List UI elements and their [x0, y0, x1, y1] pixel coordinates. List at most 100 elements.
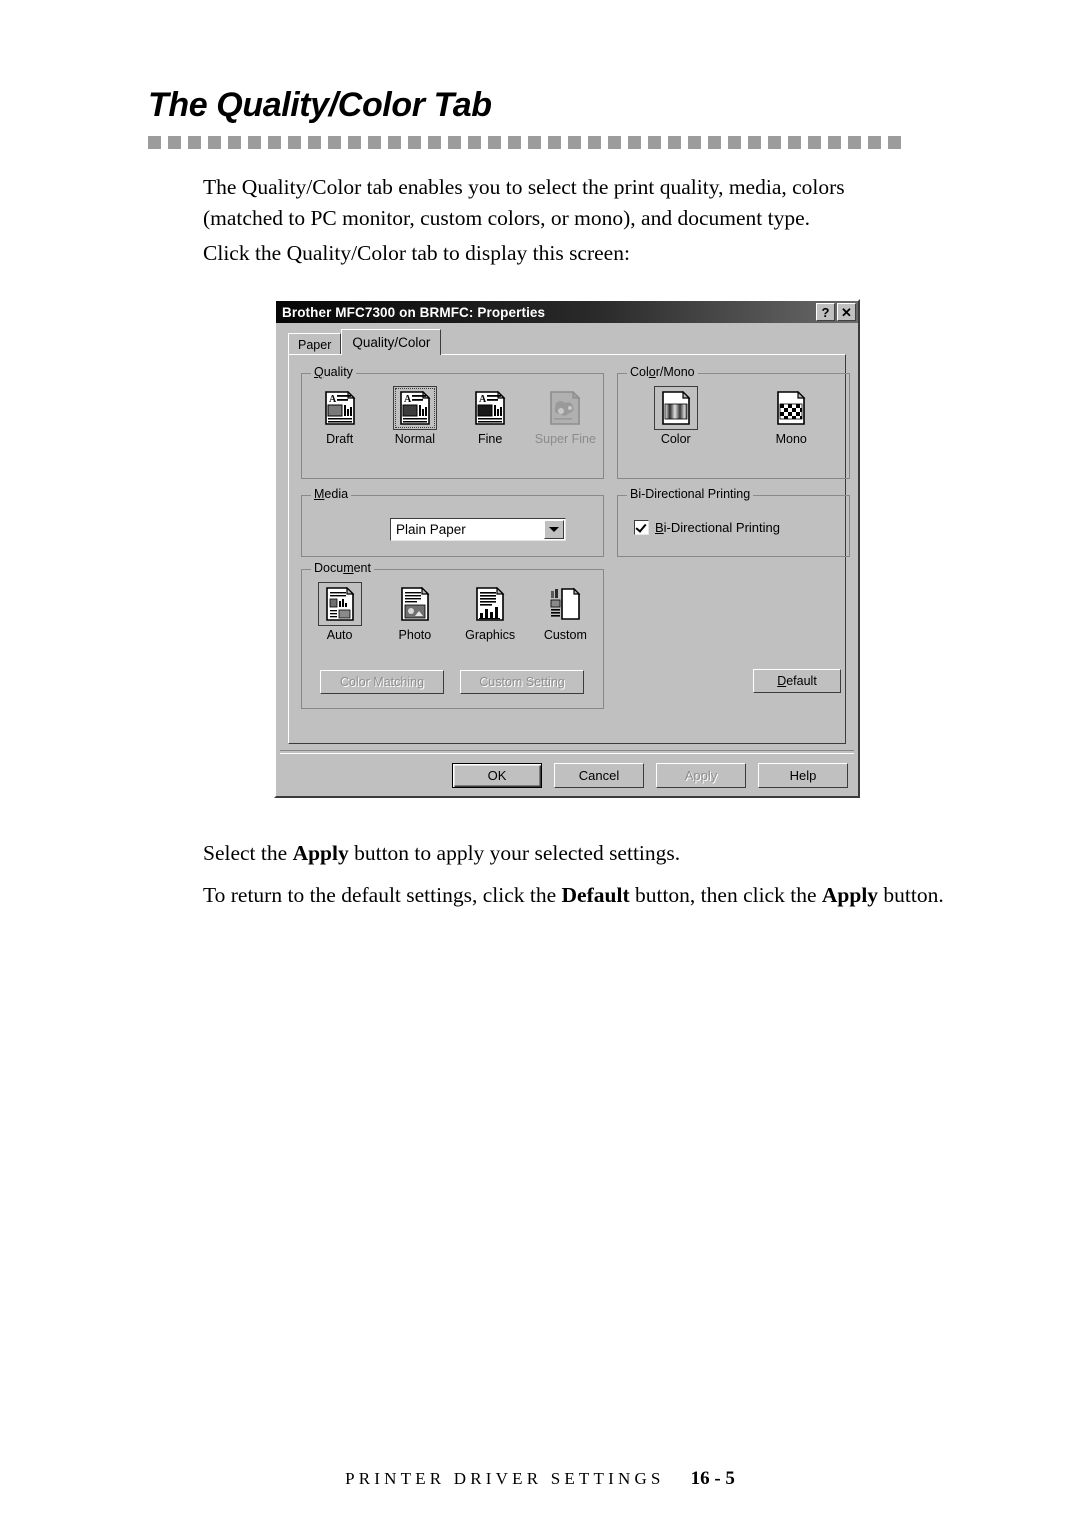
quality-option-super-fine[interactable]: Super Fine [531, 386, 599, 446]
dialog-title: Brother MFC7300 on BRMFC: Properties [282, 304, 546, 320]
default-text-mid: button, then click the [629, 883, 822, 907]
color-matching-button[interactable]: Color Matching [320, 670, 444, 694]
quality-option-normal[interactable]: A Normal [381, 386, 449, 446]
default-button[interactable]: Default [753, 669, 841, 693]
default-text-pre: To return to the default settings, click… [203, 883, 562, 907]
rule-dash [388, 136, 401, 149]
color-mono-option-color[interactable]: Color [642, 386, 710, 446]
rule-dash [668, 136, 681, 149]
close-icon[interactable]: ✕ [837, 303, 856, 321]
dialog-action-bar: OK Cancel Apply Help [276, 763, 848, 788]
quality-option-super-fine-label: Super Fine [534, 432, 596, 446]
quality-option-draft[interactable]: A Draft [306, 386, 374, 446]
rule-dash [408, 136, 421, 149]
mono-page-icon[interactable] [769, 386, 813, 430]
document-option-photo[interactable]: Photo [381, 582, 449, 642]
bidirectional-printing-group: Bi-Directional Printing Bi-Directional P… [617, 487, 850, 557]
footer-section-label: PRINTER DRIVER SETTINGS [345, 1469, 665, 1488]
rule-dash [768, 136, 781, 149]
media-type-select[interactable]: Plain Paper [390, 518, 566, 541]
rule-dash [208, 136, 221, 149]
quality-option-fine-label: Fine [477, 432, 503, 446]
rule-dash [868, 136, 881, 149]
tab-quality-color[interactable]: Quality/Color [341, 329, 442, 355]
quality-option-fine[interactable]: A Fine [456, 386, 524, 446]
rule-dash [548, 136, 561, 149]
rule-dash [608, 136, 621, 149]
document-option-auto[interactable]: Auto [306, 582, 374, 642]
rule-dash [348, 136, 361, 149]
fine-quality-icon[interactable]: A [468, 386, 512, 430]
quality-option-row: A Draft A Normal A Fine Super Fine [302, 386, 603, 446]
rule-dash [228, 136, 241, 149]
media-group-title: Media [311, 487, 352, 501]
quality-color-tab-panel: Quality A Draft A Normal A Fine Super Fi… [288, 354, 850, 744]
quality-group-title: Quality [311, 365, 356, 379]
footer-page-number: 16 - 5 [690, 1468, 735, 1489]
ok-button[interactable]: OK [452, 763, 542, 788]
help-icon[interactable]: ? [816, 303, 835, 321]
rule-dash [268, 136, 281, 149]
draft-quality-icon-art: A [324, 391, 356, 425]
document-option-graphics[interactable]: Graphics [456, 582, 524, 642]
document-option-custom[interactable]: Custom [531, 582, 599, 642]
photo-document-icon[interactable] [393, 582, 437, 626]
document-option-row: Auto Photo Graphics Custom [302, 582, 603, 642]
color-mono-option-mono-label: Mono [775, 432, 807, 446]
document-group: Document Auto Photo Graphics Custom Colo… [301, 561, 604, 709]
default-text-post: button. [878, 883, 944, 907]
bidirectional-printing-checkbox[interactable] [634, 520, 649, 535]
rule-dash [148, 136, 161, 149]
chevron-down-icon[interactable] [544, 520, 564, 539]
dialog-title-bar: Brother MFC7300 on BRMFC: Properties ? ✕ [276, 301, 858, 323]
click-instruction-paragraph: Click the Quality/Color tab to display t… [203, 241, 630, 265]
apply-button[interactable]: Apply [656, 763, 746, 788]
rule-dash [368, 136, 381, 149]
help-button[interactable]: Help [758, 763, 848, 788]
graphics-document-icon[interactable] [468, 582, 512, 626]
normal-quality-icon-art: A [400, 391, 431, 425]
normal-quality-icon[interactable]: A [392, 386, 437, 430]
default-bold-term-2: Apply [821, 883, 879, 907]
rule-dash [588, 136, 601, 149]
rule-dash [828, 136, 841, 149]
media-type-value: Plain Paper [396, 522, 466, 537]
apply-instruction-paragraph: Select the Apply button to apply your se… [203, 838, 1003, 869]
document-group-title: Document [311, 561, 374, 575]
color-page-icon[interactable] [653, 386, 698, 430]
auto-document-icon[interactable] [317, 582, 362, 626]
rule-dash [568, 136, 581, 149]
color-mono-option-mono[interactable]: Mono [757, 386, 825, 446]
page-title: The Quality/Color Tab [148, 86, 492, 124]
intro-line-2: (matched to PC monitor, custom colors, o… [203, 206, 811, 230]
draft-quality-icon[interactable]: A [318, 386, 362, 430]
tab-strip: Paper Quality/Color [288, 329, 858, 355]
quality-option-draft-label: Draft [326, 432, 354, 446]
svg-text:A: A [329, 394, 337, 405]
custom-document-icon[interactable] [543, 582, 587, 626]
apply-bold-term: Apply [292, 841, 349, 865]
tab-paper[interactable]: Paper [288, 333, 342, 355]
rule-dash [528, 136, 541, 149]
bidirectional-printing-checkbox-row[interactable]: Bi-Directional Printing [634, 520, 780, 535]
rule-dash [888, 136, 901, 149]
super-fine-quality-icon[interactable] [543, 386, 587, 430]
rule-dash [728, 136, 741, 149]
svg-text:A: A [404, 394, 412, 405]
rule-dash [168, 136, 181, 149]
rule-dash [708, 136, 721, 149]
rule-dash [848, 136, 861, 149]
cancel-button[interactable]: Cancel [554, 763, 644, 788]
dialog-separator [280, 750, 854, 754]
auto-document-icon-art [325, 587, 355, 621]
custom-setting-button[interactable]: Custom Setting [460, 670, 584, 694]
apply-text-post: button to apply your selected settings. [348, 841, 681, 865]
document-option-photo-label: Photo [398, 628, 432, 642]
bidirectional-printing-group-title: Bi-Directional Printing [627, 487, 754, 501]
default-bold-term-1: Default [561, 883, 630, 907]
super-fine-quality-icon-art [550, 391, 581, 425]
rule-dash [648, 136, 661, 149]
color-mono-option-color-label: Color [660, 432, 691, 446]
printer-properties-dialog: Brother MFC7300 on BRMFC: Properties ? ✕… [274, 299, 860, 798]
heading-decorative-rule [148, 136, 1000, 150]
